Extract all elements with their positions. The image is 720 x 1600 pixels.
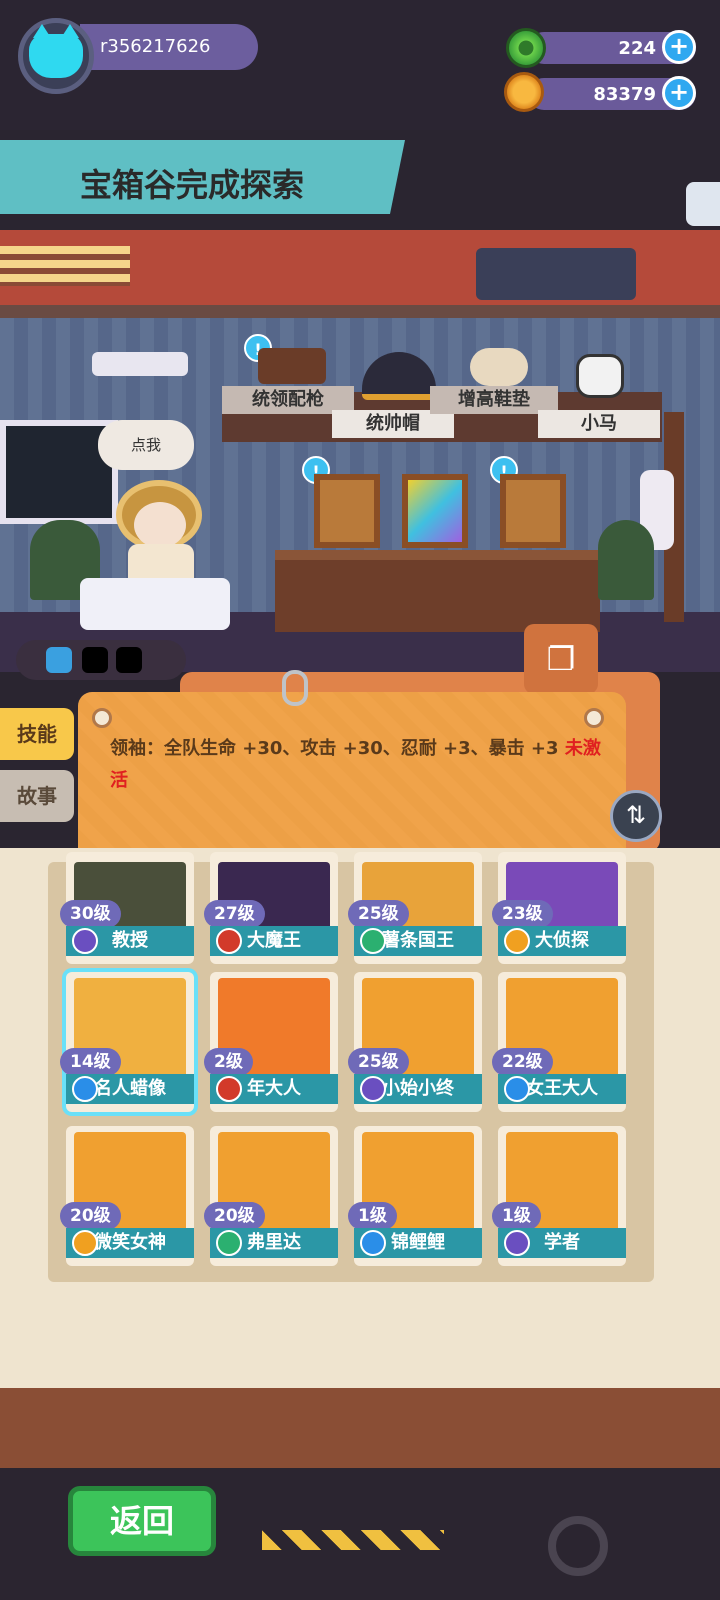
rarity-badge-icon [360,1230,386,1256]
equipment-label[interactable]: 小马 [538,410,660,438]
add-coins-button[interactable]: + [662,76,696,110]
character-card[interactable]: 25级 薯条国王 [348,852,482,964]
character-level: 27级 [204,900,265,928]
potted-plant [598,520,654,600]
swap-icon[interactable]: ⇅ [610,790,662,842]
character-level: 20级 [60,1202,121,1230]
coin-count: 83379 [593,84,656,105]
vent-grille [0,246,130,286]
notification-text: 宝箱谷完成探索 [80,166,305,204]
side-clip-icon[interactable] [686,182,720,226]
character-level: 2级 [204,1048,253,1076]
tab-skill[interactable]: 技能 [0,708,74,760]
book-cover-edge [0,1388,720,1468]
pedestal [80,578,230,630]
pony-icon[interactable] [576,354,624,398]
character-level: 14级 [60,1048,121,1076]
tab-story[interactable]: 故事 [0,770,74,822]
portrait-frame[interactable] [314,474,380,548]
portrait-frame-active[interactable] [402,474,468,548]
energy-slot [116,647,142,673]
skill-description: 领袖：全队生命 +30、攻击 +30、忍耐 +3、暴击 +3 未激活 [110,733,610,797]
username: r356217626 [100,36,211,57]
skill-effect-text: 领袖：全队生命 +30、攻击 +30、忍耐 +3、暴击 +3 [110,738,559,759]
character-card[interactable]: 1级 锦鲤鲤 [348,1126,482,1266]
gem-count: 224 [618,38,656,59]
character-level: 1级 [348,1202,397,1230]
character-card[interactable]: 1级 学者 [492,1126,626,1266]
character-level: 30级 [60,900,121,928]
character-card[interactable]: 2级 年大人 [204,972,338,1112]
character-card[interactable]: 25级 小始小终 [348,972,482,1112]
character-card[interactable]: 14级 名人蜡像 [60,972,194,1112]
hazard-stripe [262,1530,444,1550]
character-card[interactable]: 22级 女王大人 [492,972,626,1112]
rarity-badge-icon [504,1076,530,1102]
rarity-badge-icon [504,928,530,954]
rarity-badge-icon [360,1076,386,1102]
character-level: 20级 [204,1202,265,1230]
cards-icon[interactable]: ❐ [524,624,598,694]
rarity-badge-icon [72,928,98,954]
avatar[interactable] [18,18,94,94]
rarity-badge-icon [504,1230,530,1256]
character-card[interactable]: 20级 弗里达 [204,1126,338,1266]
projector-icon [92,352,188,376]
insole-icon[interactable] [470,348,528,386]
character-level: 23级 [492,900,553,928]
character-level: 25级 [348,900,409,928]
character-level: 1级 [492,1202,541,1230]
rarity-badge-icon [72,1230,98,1256]
portrait-frame[interactable] [500,474,566,548]
gear-icon [548,1516,608,1576]
back-button[interactable]: 返回 [68,1486,216,1556]
character-card[interactable]: 30级 教授 [60,852,194,964]
rarity-badge-icon [72,1076,98,1102]
character-level: 22级 [492,1048,553,1076]
rarity-badge-icon [216,1076,242,1102]
paperclip-icon [282,670,308,706]
character-card[interactable]: 23级 大侦探 [492,852,626,964]
energy-bar [16,640,186,680]
character-card[interactable]: 20级 微笑女神 [60,1126,194,1266]
character-avatar[interactable] [110,480,210,590]
faded-text-lines [150,1316,640,1338]
desk [275,550,600,632]
cat-avatar-icon [29,24,83,78]
ghost-panel [476,248,636,300]
rarity-badge-icon [216,1230,242,1256]
rarity-badge-icon [360,928,386,954]
pistol-icon[interactable] [258,348,326,384]
rarity-badge-icon [216,928,242,954]
character-level: 25级 [348,1048,409,1076]
character-card[interactable]: 27级 大魔王 [204,852,338,964]
add-gems-button[interactable]: + [662,30,696,64]
speech-bubble[interactable]: 点我 [98,420,194,470]
ceiling-beam [0,305,720,319]
equipment-label[interactable]: 统帅帽 [332,410,454,438]
lightning-icon [46,647,72,673]
gold-planet-coin-icon [504,72,544,112]
pin-icon [92,708,112,728]
pin-icon [584,708,604,728]
green-gem-icon [506,28,546,68]
energy-slot [82,647,108,673]
